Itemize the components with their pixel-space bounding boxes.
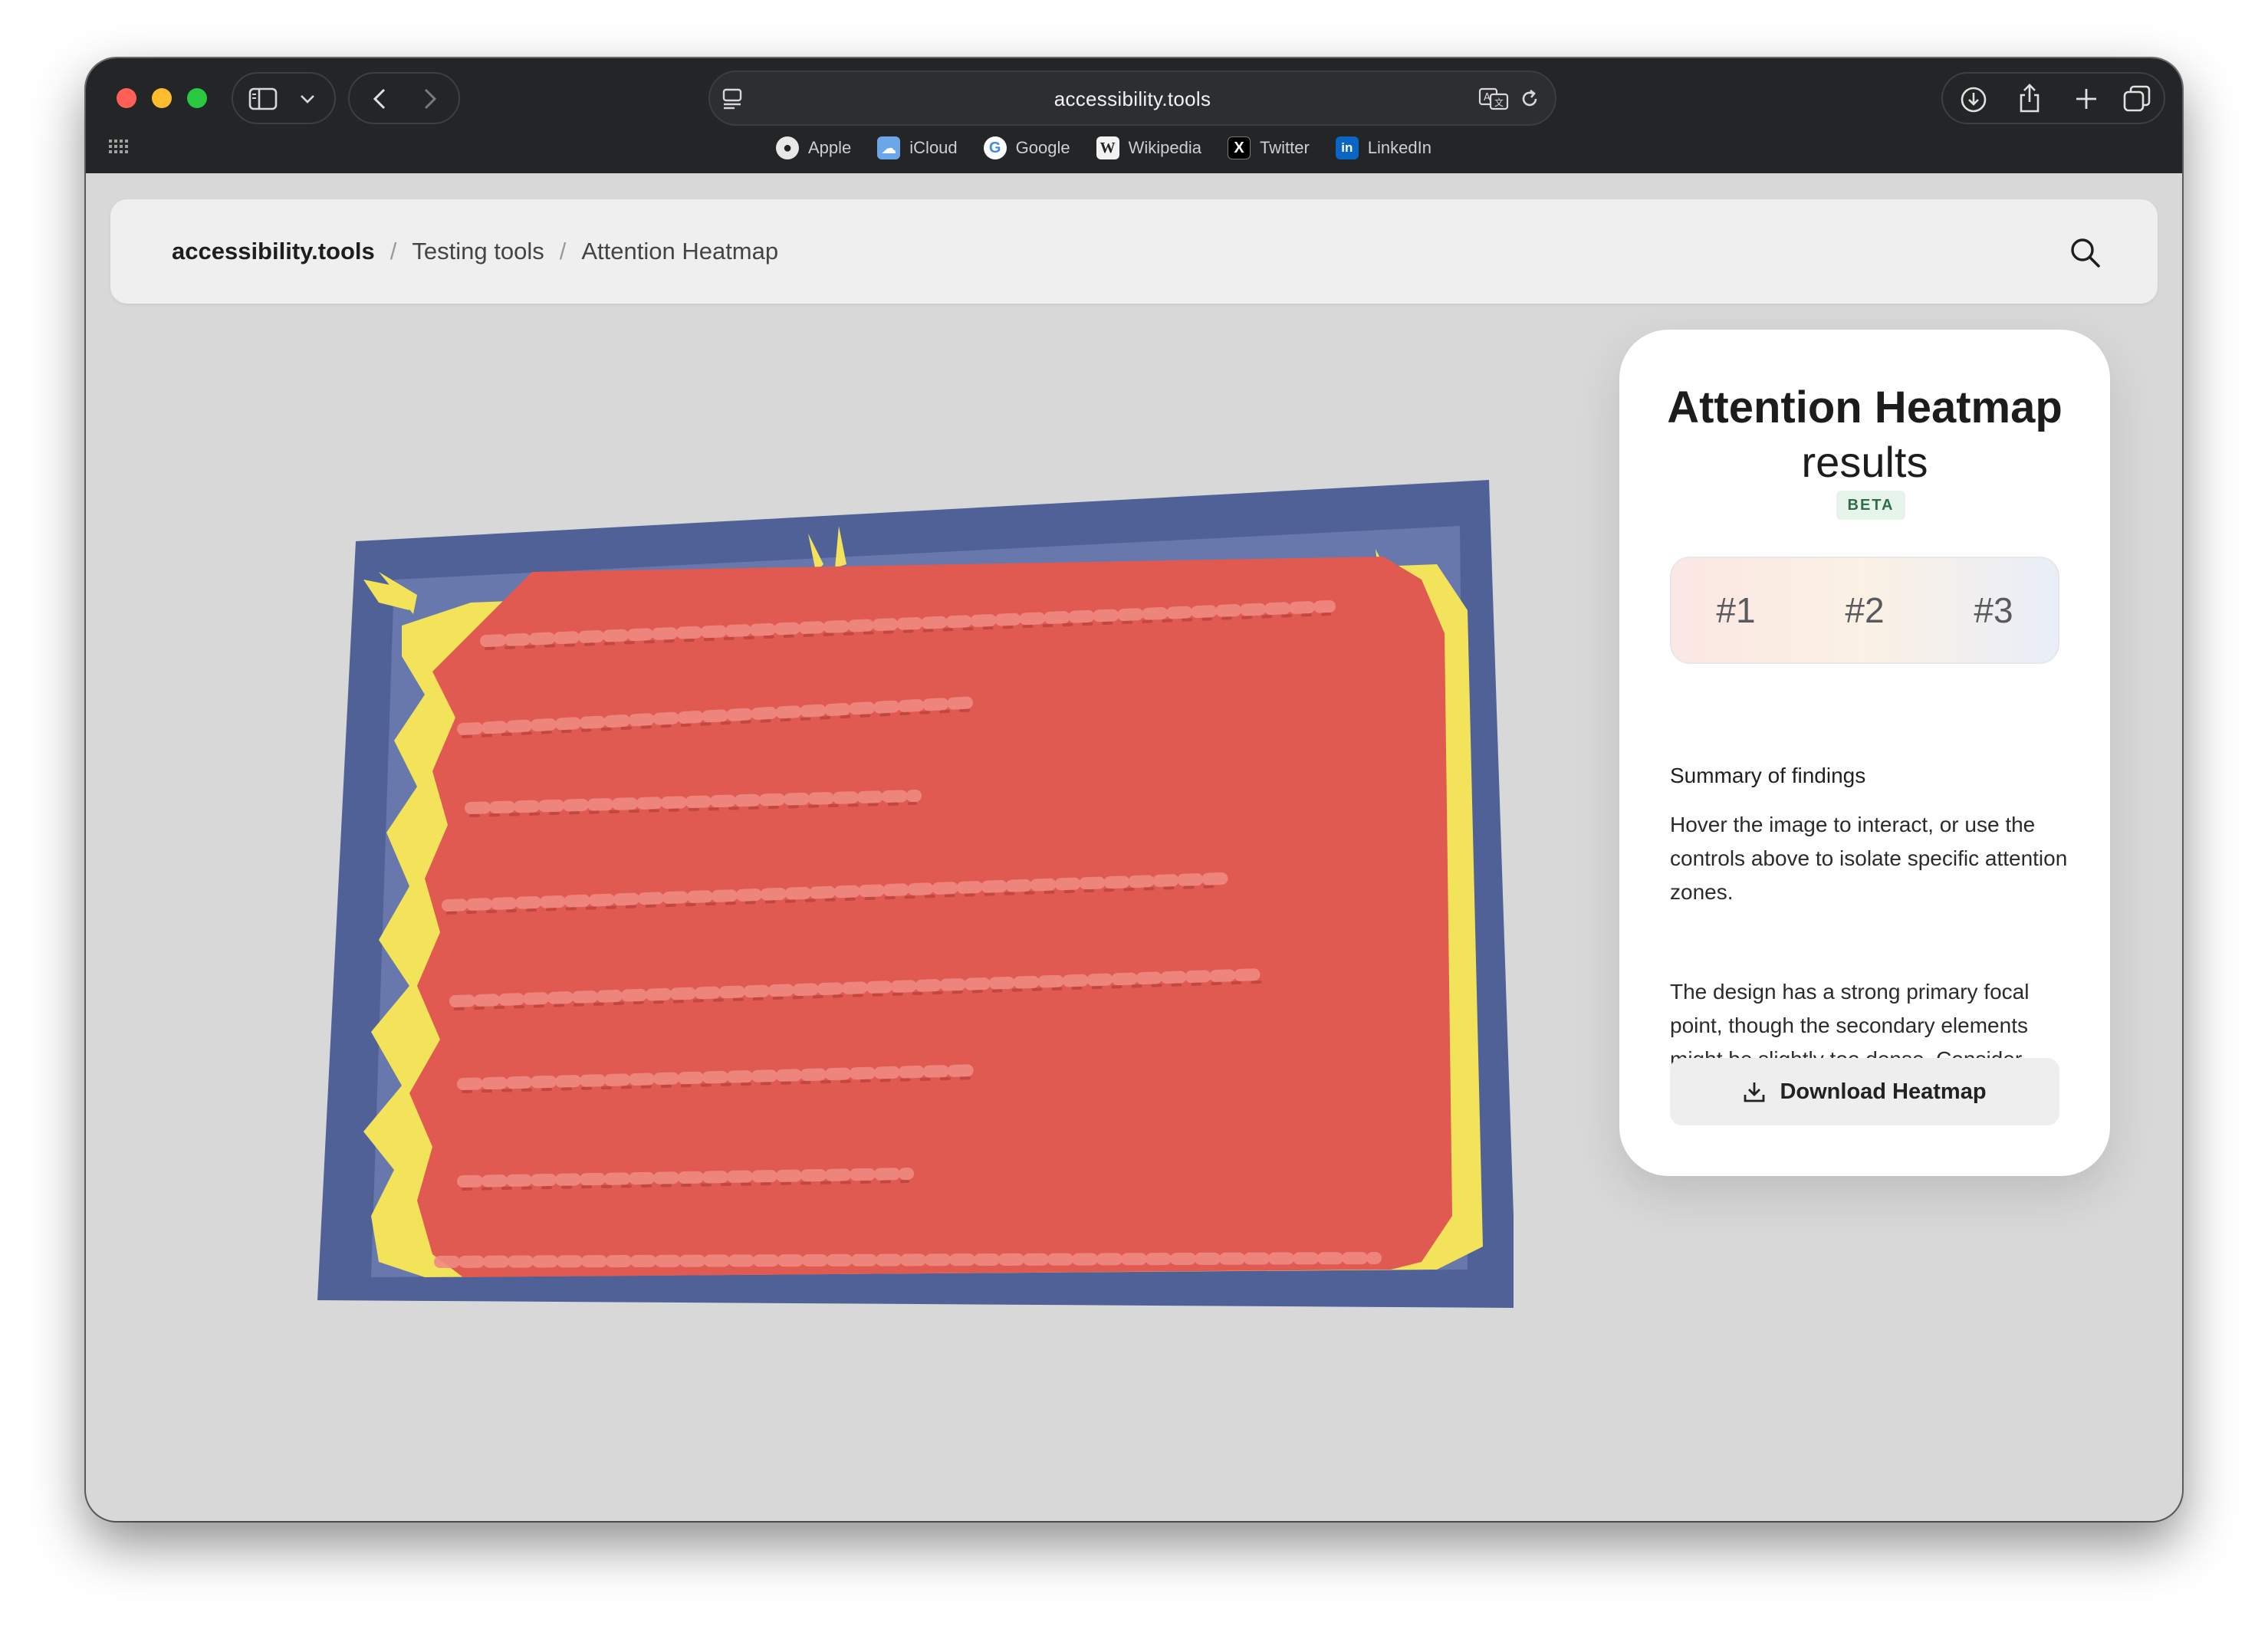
heatmap-canvas[interactable] [287, 419, 1517, 1323]
panel-title: Attention Heatmap [1667, 383, 2063, 432]
forward-icon[interactable] [422, 87, 439, 110]
apple-icon: ● [776, 136, 799, 159]
site-header: accessibility.tools / Testing tools / At… [110, 199, 2158, 304]
bookmark-label: Google [1015, 138, 1070, 157]
bookmark-label: iCloud [909, 138, 958, 157]
close-window-button[interactable] [117, 88, 136, 108]
bookmark-google[interactable]: G Google [983, 136, 1070, 159]
bookmark-label: Apple [808, 138, 852, 157]
toolbar-actions [1941, 72, 2165, 124]
apps-grid-icon[interactable] [109, 140, 129, 153]
bookmark-icloud[interactable]: ☁ iCloud [877, 136, 958, 159]
url-text: accessibility.tools [1053, 87, 1211, 110]
download-heatmap-button[interactable]: Download Heatmap [1670, 1058, 2059, 1125]
browser-toolbar: accessibility.tools A 文 ● Apple ☁ iCloud… [86, 58, 2182, 173]
back-icon[interactable] [371, 87, 388, 110]
svg-text:文: 文 [1494, 97, 1504, 108]
bookmark-label: LinkedIn [1367, 138, 1431, 157]
twitter-x-icon: X [1227, 136, 1251, 159]
chevron-down-icon[interactable] [299, 94, 316, 104]
google-icon: G [983, 136, 1007, 159]
bookmark-linkedin[interactable]: in LinkedIn [1335, 136, 1431, 159]
tab-overview-icon[interactable] [2122, 84, 2151, 113]
summary-heading: Summary of findings [1670, 764, 1866, 787]
wikipedia-icon: W [1096, 136, 1119, 159]
download-icon [1744, 1082, 1765, 1102]
attention-zone-selector: #1 #2 #3 [1670, 557, 2059, 664]
breadcrumb-separator: / [390, 238, 397, 264]
breadcrumb: accessibility.tools / Testing tools / At… [172, 238, 778, 265]
new-tab-icon[interactable] [2073, 86, 2099, 112]
sidebar-control[interactable] [232, 72, 336, 124]
bookmark-twitter[interactable]: X Twitter [1227, 136, 1310, 159]
heatmap-primary-zone [409, 557, 1452, 1277]
share-icon[interactable] [2017, 83, 2043, 113]
svg-text:A: A [1484, 92, 1491, 103]
bookmark-wikipedia[interactable]: W Wikipedia [1096, 136, 1201, 159]
bookmark-label: Twitter [1259, 138, 1310, 157]
linkedin-icon: in [1335, 136, 1359, 159]
reload-icon[interactable] [1518, 87, 1541, 110]
bookmark-label: Wikipedia [1128, 138, 1201, 157]
zone-2-button[interactable]: #2 [1834, 582, 1895, 639]
breadcrumb-separator: / [559, 238, 567, 264]
icloud-icon: ☁ [877, 136, 901, 159]
results-panel: Attention Heatmap results BETA #1 #2 #3 … [1619, 330, 2110, 1176]
breadcrumb-home-link[interactable]: accessibility.tools [172, 238, 375, 265]
address-bar[interactable]: accessibility.tools A 文 [708, 71, 1556, 126]
navigation-controls [348, 72, 460, 124]
bookmark-apple[interactable]: ● Apple [776, 136, 851, 159]
beta-badge: BETA [1836, 491, 1905, 520]
zoom-window-button[interactable] [187, 88, 207, 108]
zone-3-button[interactable]: #3 [1963, 582, 2023, 639]
bookmarks-bar: ● Apple ☁ iCloud G Google W Wikipedia X … [776, 136, 1431, 159]
zone-1-button[interactable]: #1 [1705, 582, 1766, 639]
download-label: Download Heatmap [1780, 1079, 1987, 1104]
translate-icon[interactable]: A 文 [1478, 87, 1509, 110]
search-icon[interactable] [2067, 235, 2102, 270]
minimize-window-button[interactable] [152, 88, 172, 108]
breadcrumb-current-page: Attention Heatmap [581, 238, 779, 264]
panel-subtitle: results [1801, 438, 1928, 486]
sidebar-icon[interactable] [248, 87, 278, 110]
breadcrumb-testing-tools-link[interactable]: Testing tools [412, 238, 544, 265]
browser-window: accessibility.tools A 文 ● Apple ☁ iCloud… [86, 58, 2182, 1521]
summary-paragraph-instructions: Hover the image to interact, or use the … [1670, 813, 2068, 904]
heatmap-visualization[interactable] [287, 419, 1517, 1323]
downloads-icon[interactable] [1960, 86, 1987, 113]
